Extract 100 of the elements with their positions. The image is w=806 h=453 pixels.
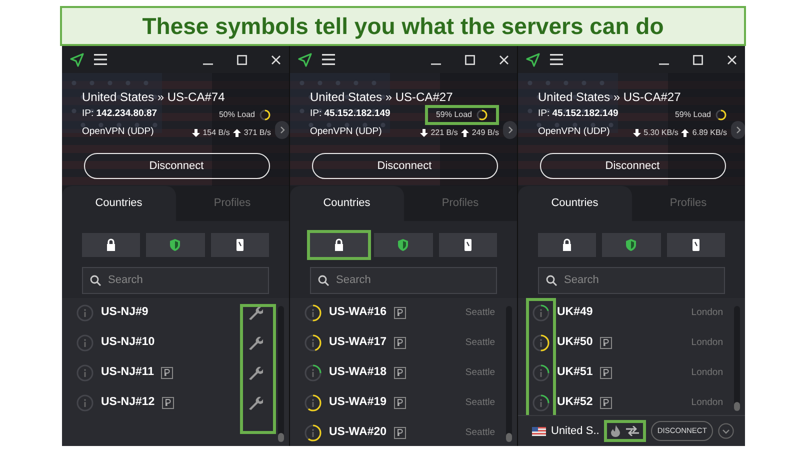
server-location: United States » US-CA#27 — [310, 88, 453, 106]
menu-icon[interactable] — [550, 54, 563, 65]
server-name: US-NJ#11 — [101, 365, 154, 380]
info-icon — [76, 364, 94, 382]
close-icon[interactable] — [727, 54, 737, 64]
search-icon — [90, 275, 101, 286]
tab[interactable]: Countries — [290, 186, 404, 221]
server-city: London — [691, 366, 723, 380]
info-icon — [76, 334, 94, 352]
scrollbar[interactable] — [506, 306, 512, 442]
maximize-icon[interactable] — [465, 54, 475, 64]
close-icon[interactable] — [271, 54, 281, 64]
wrench-icon — [247, 305, 263, 321]
upload-speed: 249 B/s — [472, 126, 499, 138]
server-city: Seattle — [465, 396, 495, 410]
server-name: US-WA#19 — [329, 395, 387, 410]
chevron-down-icon[interactable] — [718, 423, 734, 439]
download-speed: 5.30 KB/s — [644, 126, 678, 138]
upload-speed: 6.89 KB/s — [692, 126, 727, 138]
server-location: United States » US-CA#27 — [538, 88, 681, 106]
server-load: 50% Load — [218, 108, 255, 120]
disconnect-button[interactable]: Disconnect — [84, 153, 270, 179]
filter-button[interactable] — [666, 233, 725, 257]
plus-tag-icon — [602, 369, 609, 376]
load-icon — [532, 304, 550, 322]
server-city: London — [691, 306, 723, 320]
download-speed: 154 B/s — [202, 126, 230, 138]
server-city: London — [691, 336, 723, 350]
server-city: London — [691, 396, 723, 410]
load-icon — [304, 364, 322, 382]
close-icon[interactable] — [499, 54, 509, 64]
plus-tag-icon — [396, 369, 403, 376]
server-load: 59% Load — [674, 108, 711, 120]
server-load: 59% Load — [436, 108, 472, 120]
wrench-icon — [247, 395, 263, 411]
banner-heading: These symbols tell you what the servers can do — [60, 6, 746, 46]
search-field[interactable]: Search — [310, 267, 497, 294]
disconnect-button[interactable]: Disconnect — [312, 153, 498, 179]
server-name: US-NJ#9 — [101, 305, 148, 320]
load-icon — [304, 424, 322, 442]
search-field[interactable]: Search — [538, 267, 725, 294]
filter-button[interactable] — [210, 233, 269, 257]
scrollbar[interactable] — [734, 306, 740, 411]
load-icon — [532, 394, 550, 412]
tab[interactable]: Countries — [62, 186, 176, 221]
logo-icon — [526, 52, 540, 66]
disconnect-button[interactable]: Disconnect — [540, 153, 726, 179]
server-row[interactable]: US-NJ#9 — [62, 298, 289, 328]
server-row[interactable]: US-NJ#10 — [62, 328, 289, 358]
protocol: OpenVPN (UDP) — [82, 125, 154, 140]
menu-icon[interactable] — [322, 54, 335, 65]
plus-tag-icon — [396, 339, 403, 346]
server-city: Seattle — [465, 336, 495, 350]
plus-tag-icon — [602, 339, 609, 346]
scrollbar[interactable] — [278, 306, 284, 442]
info-icon — [76, 394, 94, 412]
download-icon — [420, 128, 428, 136]
upload-icon — [460, 128, 469, 136]
server-city: Seattle — [465, 366, 495, 380]
server-name: UK#51 — [557, 365, 593, 380]
info-icon — [76, 304, 94, 322]
flame-icon — [611, 425, 620, 437]
logo-icon — [70, 52, 84, 66]
download-icon — [632, 128, 641, 136]
menu-icon[interactable] — [94, 54, 107, 65]
filter-button[interactable] — [538, 233, 596, 257]
server-name: US-WA#16 — [329, 305, 387, 320]
server-name: US-NJ#12 — [101, 395, 155, 410]
plus-tag-icon — [396, 429, 403, 436]
ip-address: IP: 45.152.182.149 — [310, 107, 390, 122]
load-icon — [532, 334, 550, 352]
download-icon — [192, 128, 200, 136]
maximize-icon[interactable] — [237, 54, 247, 64]
plus-tag-icon — [164, 399, 171, 406]
plus-tag-icon — [396, 309, 403, 316]
load-icon — [476, 108, 488, 120]
server-name: US-WA#17 — [329, 335, 387, 350]
server-row[interactable]: US-NJ#12 — [62, 388, 289, 418]
server-name: US-WA#20 — [329, 425, 387, 440]
upload-icon — [681, 128, 690, 136]
wrench-icon — [247, 335, 263, 351]
protocol: OpenVPN (UDP) — [310, 125, 382, 140]
tab[interactable]: Countries — [518, 186, 632, 221]
load-icon — [715, 108, 727, 120]
server-city: Seattle — [465, 426, 495, 440]
maximize-icon[interactable] — [693, 54, 703, 64]
server-name: UK#50 — [557, 335, 593, 350]
plus-tag-icon — [602, 399, 609, 406]
plus-tag-icon — [164, 369, 170, 376]
filter-button[interactable] — [438, 233, 497, 257]
flag-icon — [532, 426, 546, 436]
wrench-icon — [247, 365, 263, 381]
filter-button[interactable] — [82, 233, 140, 257]
download-speed: 221 B/s — [430, 126, 458, 138]
server-row[interactable]: US-NJ#11 — [62, 358, 289, 388]
search-field[interactable]: Search — [82, 267, 269, 294]
search-icon — [318, 275, 329, 286]
plus-tag-icon — [396, 399, 403, 406]
logo-icon — [298, 52, 312, 66]
load-icon — [304, 394, 322, 412]
